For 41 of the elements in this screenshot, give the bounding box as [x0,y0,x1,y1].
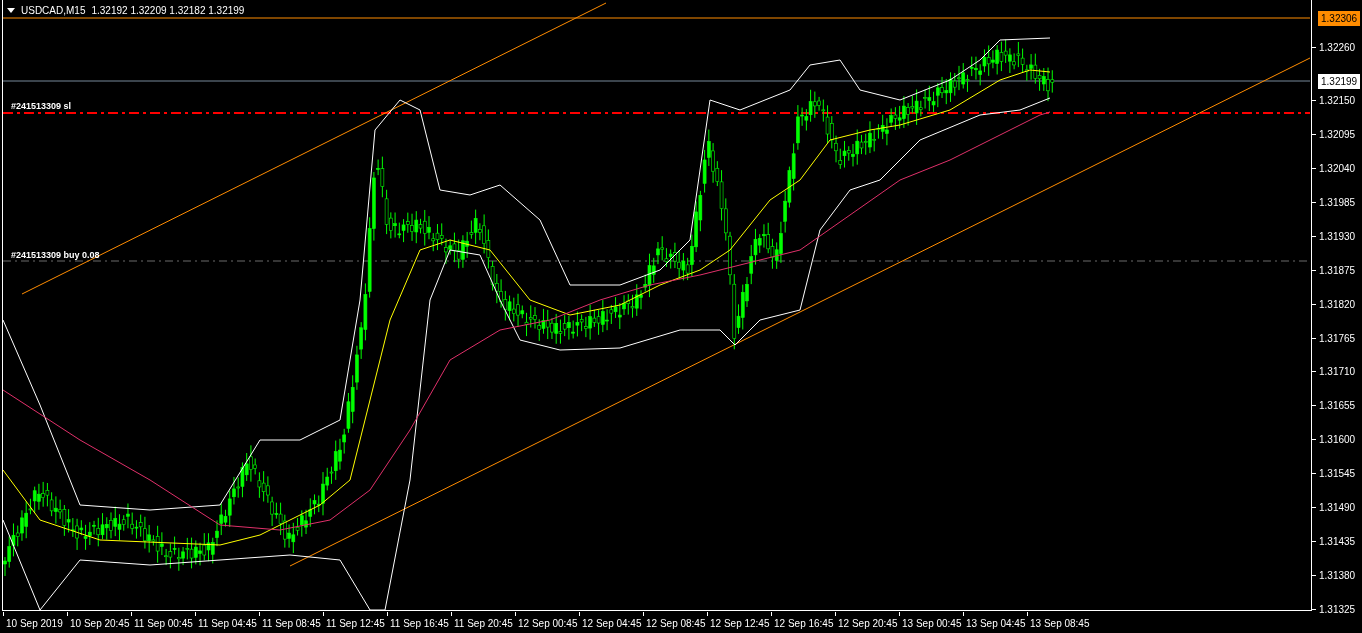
time-label: 11 Sep 20:45 [453,617,513,631]
time-label: 11 Sep 04:45 [197,617,257,631]
price-label: 1.31545 [1319,467,1356,481]
time-label: 12 Sep 04:45 [581,617,642,631]
time-label: 11 Sep 00:45 [133,617,193,631]
time-label: 12 Sep 20:45 [837,617,898,631]
price-label: 1.32260 [1319,40,1356,55]
price-label: 1.31875 [1319,263,1356,278]
time-label: 13 Sep 04:45 [965,617,1026,631]
price-marker: 1.32199 [1318,74,1361,89]
price-label: 1.31985 [1319,196,1356,210]
price-label: 1.32095 [1319,128,1356,143]
price-label: 1.31490 [1319,500,1356,515]
time-label: 10 Sep 2019 [5,617,63,631]
price-label: 1.31655 [1319,399,1356,414]
price-label: 1.31765 [1319,331,1356,346]
price-label: 1.31600 [1319,433,1356,448]
order-label: #241513309 sl [11,100,72,113]
time-label: 10 Sep 20:45 [69,617,130,631]
order-label: #241513309 buy 0.08 [11,249,100,262]
ohlc-values: 1.32192 1.32209 1.32182 1.32199 [91,4,245,18]
time-label: 13 Sep 08:45 [1029,617,1090,631]
time-label: 12 Sep 08:45 [645,617,706,631]
price-marker: 1.32306 [1318,11,1361,26]
price-label: 1.31930 [1319,229,1356,244]
time-label: 13 Sep 00:45 [901,617,962,631]
price-label: 1.32150 [1319,94,1356,109]
price-label: 1.31380 [1319,568,1356,583]
time-label: 12 Sep 00:45 [517,617,578,631]
time-label: 11 Sep 08:45 [261,617,321,631]
time-label: 12 Sep 16:45 [773,617,834,631]
price-label: 1.31435 [1319,534,1356,549]
price-label: 1.31710 [1319,365,1356,380]
time-label: 11 Sep 12:45 [325,617,385,631]
chart-symbol: USDCAD,M15 [21,4,86,18]
dropdown-icon[interactable] [7,8,15,13]
price-label: 1.32040 [1319,162,1356,177]
time-label: 12 Sep 12:45 [709,617,770,631]
price-label: 1.31325 [1319,602,1356,617]
price-label: 1.31820 [1319,297,1356,312]
time-label: 11 Sep 16:45 [389,617,449,631]
